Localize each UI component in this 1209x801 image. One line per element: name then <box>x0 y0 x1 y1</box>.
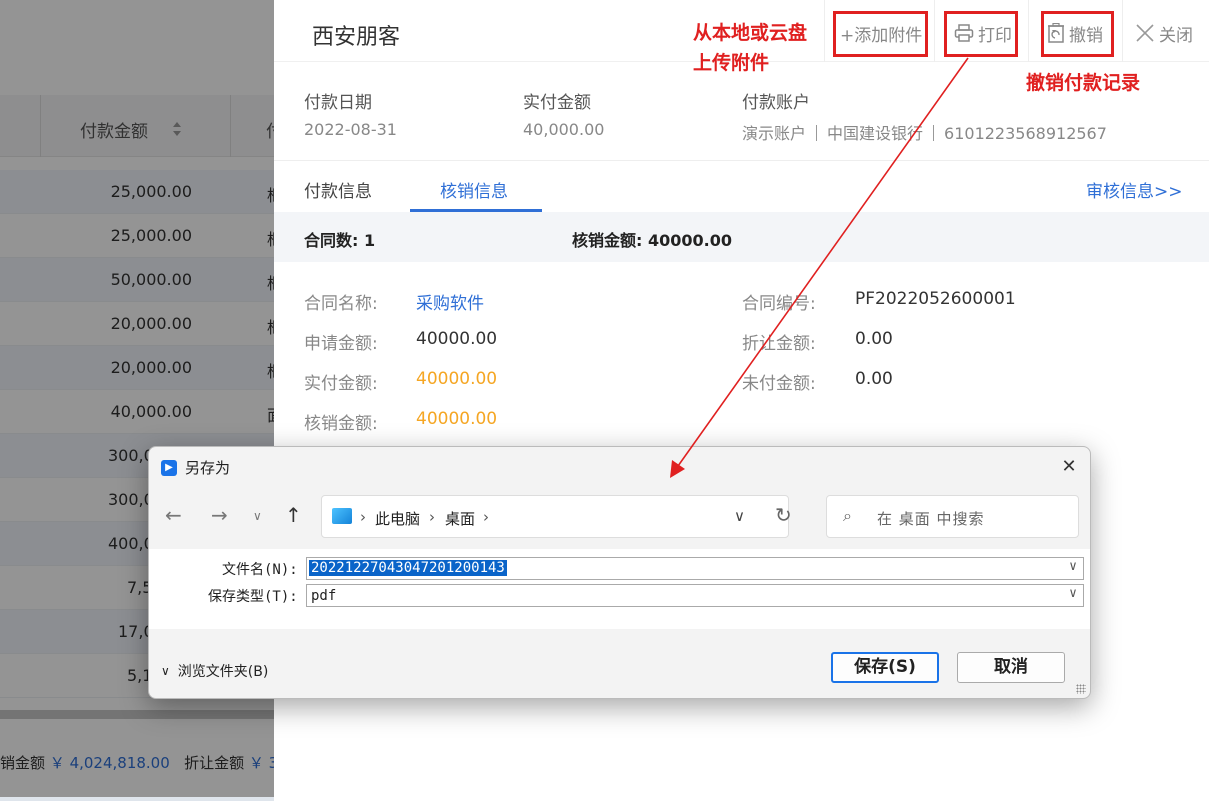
browse-folders-toggle[interactable]: ∨ 浏览文件夹(B) <box>161 661 268 681</box>
breadcrumb-item-desktop[interactable]: 桌面 <box>445 508 475 529</box>
paid-amount-value: 40,000.00 <box>523 120 605 139</box>
chevron-down-icon[interactable]: ∨ <box>1069 586 1077 601</box>
breadcrumb-item-this-pc[interactable]: 此电脑 <box>375 508 420 529</box>
recent-dropdown-icon[interactable]: ∨ <box>253 509 262 523</box>
contract-no-label: 合同编号: <box>742 294 816 314</box>
save-as-dialog: ▶ 另存为 ✕ ← → ∨ ↑ › 此电脑 › 桌面 › ∨ ↻ ⌕ 在 桌面 … <box>148 446 1091 699</box>
computer-icon <box>332 508 352 524</box>
annotation-text: 从本地或云盘 <box>693 22 808 44</box>
paid-amount-label: 实付金额 <box>523 93 591 113</box>
toolbar-divider <box>1028 0 1029 62</box>
browse-folders-label: 浏览文件夹(B) <box>177 664 269 680</box>
account-number: 6101223568912567 <box>944 124 1107 143</box>
search-icon: ⌕ <box>843 506 852 525</box>
discount-value: 0.00 <box>855 329 893 349</box>
tab-payment-info[interactable]: 付款信息 <box>304 177 372 202</box>
actual-amount-value: 40000.00 <box>416 369 498 389</box>
save-button[interactable]: 保存(S) <box>831 652 939 683</box>
unpaid-amount-value: 0.00 <box>855 369 893 389</box>
app-icon: ▶ <box>161 459 177 476</box>
filename-label: 文件名(N): <box>222 562 298 578</box>
breadcrumb-chevron-icon: › <box>429 508 435 526</box>
writeoff-amount-value: 40000.00 <box>416 409 498 429</box>
dialog-titlebar: ▶ 另存为 <box>161 457 230 478</box>
contract-no-value: PF2022052600001 <box>855 289 1016 309</box>
annotation-revoke-note: 撤销付款记录 <box>1026 72 1141 94</box>
up-arrow-icon[interactable]: ↑ <box>285 503 302 527</box>
forward-arrow-icon[interactable]: → <box>211 503 228 527</box>
discount-label: 折让金额: <box>742 334 816 354</box>
dialog-close-icon[interactable]: ✕ <box>1057 456 1081 478</box>
search-placeholder: 在 桌面 中搜索 <box>877 510 985 528</box>
filetype-label: 保存类型(T): <box>208 589 298 605</box>
pay-date-value: 2022-08-31 <box>304 120 397 139</box>
dialog-form-area: 文件名(N): 20221227043047201200143 ∨ 保存类型(T… <box>149 549 1090 629</box>
pay-date-label: 付款日期 <box>304 93 372 113</box>
breadcrumb-chevron-icon: › <box>360 508 366 526</box>
filetype-value: pdf <box>311 588 337 604</box>
toolbar-divider <box>824 0 825 62</box>
account-value: 演示账户 中国建设银行 6101223568912567 <box>742 120 1107 144</box>
drawer-title: 西安朋客 <box>312 25 401 50</box>
account-label: 付款账户 <box>742 93 810 113</box>
close-label: 关闭 <box>1159 25 1193 46</box>
filename-field[interactable]: 20221227043047201200143 ∨ <box>306 557 1084 580</box>
tab-writeoff-info[interactable]: 核销信息 <box>440 177 508 202</box>
unpaid-amount-label: 未付金额: <box>742 374 816 394</box>
writeoff-total: 核销金额: 40000.00 <box>572 231 732 250</box>
address-bar[interactable]: › 此电脑 › 桌面 › ∨ <box>321 495 789 538</box>
dialog-title: 另存为 <box>185 459 231 477</box>
apply-amount-value: 40000.00 <box>416 329 498 349</box>
back-arrow-icon[interactable]: ← <box>165 503 182 527</box>
chevron-down-icon[interactable]: ∨ <box>1069 559 1077 574</box>
cancel-button[interactable]: 取消 <box>957 652 1065 683</box>
contract-name-label: 合同名称: <box>304 294 378 314</box>
chevron-down-icon: ∨ <box>161 664 170 678</box>
close-button[interactable]: 关闭 <box>1135 12 1193 54</box>
annotation-box-add-attachment <box>833 11 928 57</box>
account-bank: 中国建设银行 <box>827 124 924 143</box>
toolbar-divider <box>934 0 935 62</box>
writeoff-summary-bar: 合同数: 1 核销金额: 40000.00 <box>274 212 1209 262</box>
contract-name-link[interactable]: 采购软件 <box>416 289 484 314</box>
breadcrumb-chevron-icon: › <box>483 508 489 526</box>
toolbar-divider <box>1122 0 1123 62</box>
address-dropdown-icon[interactable]: ∨ <box>734 507 745 525</box>
close-icon <box>1136 24 1154 42</box>
writeoff-amount-label: 核销金额: <box>304 414 378 434</box>
annotation-text: 上传附件 <box>693 52 770 74</box>
annotation-upload-note: 从本地或云盘 上传附件 <box>693 18 807 78</box>
search-input[interactable]: ⌕ 在 桌面 中搜索 <box>826 495 1079 538</box>
detail-tabs: 付款信息 核销信息 审核信息>> <box>274 160 1209 212</box>
account-name: 演示账户 <box>742 124 807 143</box>
filetype-select[interactable]: pdf ∨ <box>306 584 1084 607</box>
filename-value: 20221227043047201200143 <box>309 560 507 576</box>
refresh-icon[interactable]: ↻ <box>775 503 792 527</box>
contract-count: 合同数: 1 <box>304 231 376 250</box>
annotation-box-print <box>944 11 1018 57</box>
resize-grip-icon[interactable] <box>1076 684 1086 694</box>
actual-amount-label: 实付金额: <box>304 374 378 394</box>
apply-amount-label: 申请金额: <box>304 334 378 354</box>
annotation-box-revoke <box>1041 11 1114 57</box>
audit-info-link[interactable]: 审核信息>> <box>1086 177 1183 202</box>
